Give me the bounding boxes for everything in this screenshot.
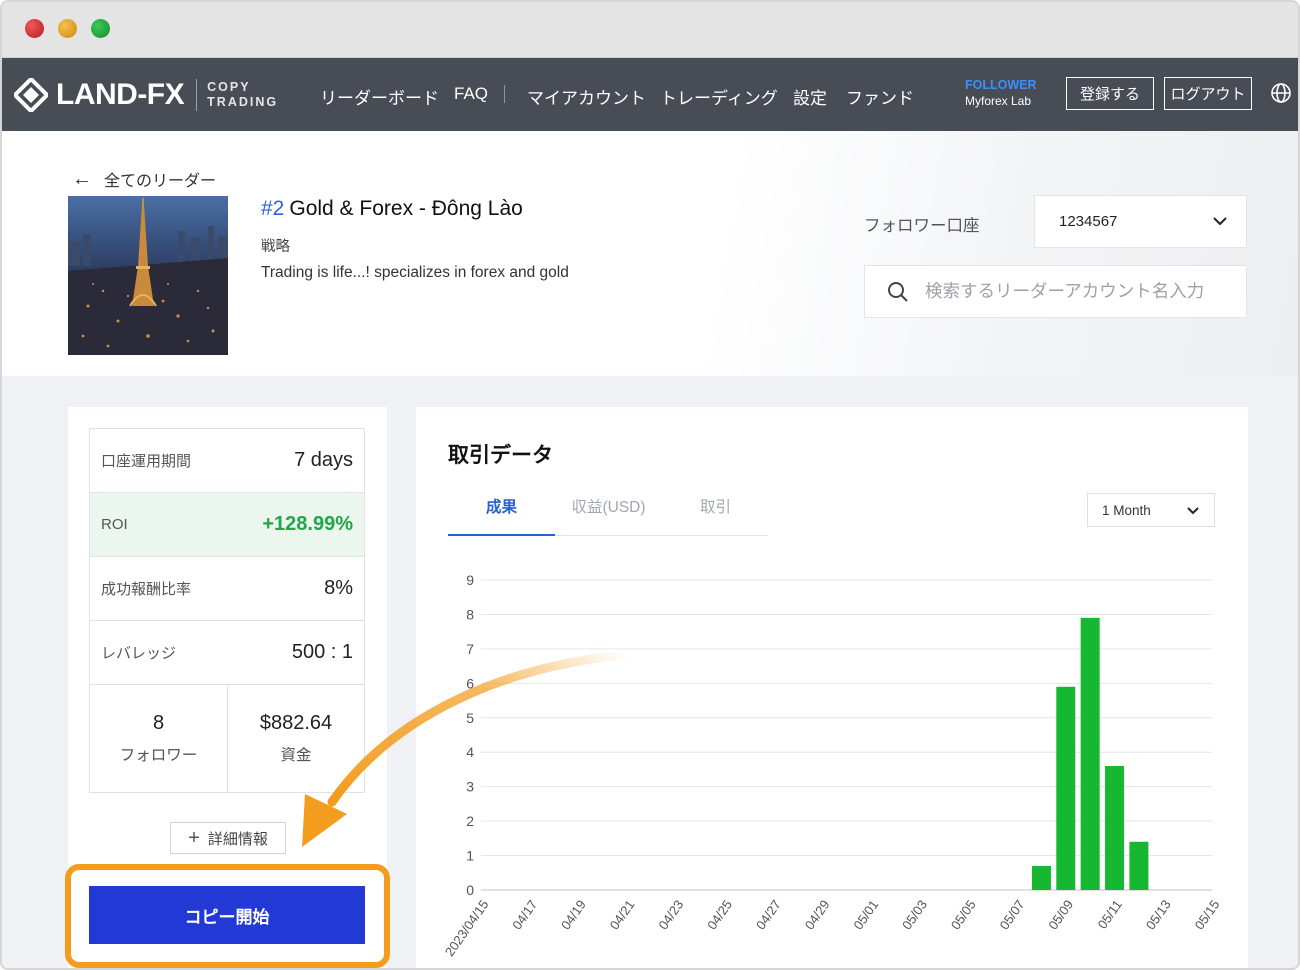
funds-label: 資金 (280, 747, 312, 764)
stat-row-summary: 8 フォロワー $882.64 資金 (90, 685, 364, 792)
land-fx-logo[interactable]: LAND-FX COPY TRADING (14, 76, 278, 114)
x-tick-label: 05/07 (997, 897, 1028, 932)
roi-label: ROI (101, 516, 128, 533)
user-role: FOLLOWER (965, 78, 1037, 92)
x-tick-label: 04/17 (509, 897, 540, 932)
y-tick-label: 8 (466, 606, 474, 622)
period-value: 7 days (294, 449, 353, 471)
leader-header: ← 全てのリーダー #2 Gold & Forex - Đông Lào 戦略 … (2, 131, 1298, 376)
register-button[interactable]: 登録する (1066, 77, 1154, 110)
stat-row-fee: 成功報酬比率 8% (90, 557, 364, 621)
fee-value: 8% (324, 577, 353, 599)
x-tick-label: 04/19 (558, 897, 589, 932)
leverage-label: レバレッジ (101, 645, 177, 662)
roi-value: +128.99% (262, 513, 353, 535)
period-label: 口座運用期間 (101, 453, 192, 470)
y-tick-label: 1 (466, 848, 474, 864)
leader-name: Gold & Forex - Đông Lào (289, 197, 523, 220)
x-tick-label: 04/23 (655, 897, 686, 932)
start-copy-button[interactable]: コピー開始 (89, 886, 365, 944)
y-tick-label: 2 (466, 813, 474, 829)
chart-bar (1129, 841, 1149, 890)
y-tick-label: 7 (466, 641, 474, 657)
x-tick-label: 2023/04/15 (442, 897, 492, 959)
y-tick-label: 3 (466, 779, 474, 795)
leader-avatar (68, 196, 228, 355)
followers-count: 8 (152, 712, 165, 734)
x-tick-label: 04/25 (704, 897, 735, 932)
minimize-window-button[interactable] (58, 19, 77, 38)
nav-my-account[interactable]: マイアカウント (527, 84, 646, 109)
performance-bar-chart: 0 1 2 3 4 5 6 7 8 9 2023/04/15 04/17 04/19 04/21 04/23… (442, 572, 1223, 959)
details-button[interactable]: + 詳細情報 (170, 822, 286, 854)
funds-stat: $882.64 資金 (227, 685, 364, 792)
x-tick-label: 04/21 (607, 897, 638, 932)
logo-divider (196, 79, 198, 111)
follower-account-label: フォロワー口座 (864, 217, 980, 235)
stat-row-roi: ROI +128.99% (90, 493, 364, 557)
nav-fund[interactable]: ファンド (846, 84, 914, 109)
funds-value: $882.64 (259, 712, 333, 734)
trading-data-panel: 取引データ 成果 収益(USD) 取引 1 Month 0 1 2 3 4 5 6 7 8 9 20… (416, 407, 1248, 968)
globe-icon[interactable] (1270, 82, 1292, 104)
browser-window: LAND-FX COPY TRADING リーダーボード FAQ マイアカウント … (0, 0, 1300, 970)
chart-bar (1105, 766, 1125, 890)
leverage-value: 500 : 1 (291, 641, 353, 663)
leader-rank: #2 (261, 197, 285, 220)
y-tick-label: 6 (466, 675, 474, 691)
window-titlebar (2, 2, 1298, 58)
chevron-down-icon (1213, 217, 1227, 226)
top-navigation: LAND-FX COPY TRADING リーダーボード FAQ マイアカウント … (2, 58, 1298, 131)
back-to-leaders-link[interactable]: ← 全てのリーダー (72, 167, 216, 191)
user-info: FOLLOWER Myforex Lab (965, 77, 1037, 109)
logo-text: LAND-FX (56, 78, 185, 111)
chart-bar (1056, 686, 1076, 890)
x-tick-label: 05/01 (850, 897, 881, 932)
logo-subtitle: COPY TRADING (207, 80, 279, 109)
stat-row-period: 口座運用期間 7 days (90, 429, 364, 493)
nav-divider (504, 85, 505, 103)
fee-label: 成功報酬比率 (101, 581, 192, 598)
x-tick-label: 05/09 (1045, 897, 1076, 932)
leader-search-box (864, 265, 1247, 318)
stats-table: 口座運用期間 7 days ROI +128.99% 成功報酬比率 8% レバレ… (89, 428, 365, 793)
leader-search-input[interactable] (925, 281, 1225, 302)
strategy-description: Trading is life...! specializes in forex… (261, 264, 569, 281)
y-tick-label: 4 (466, 744, 474, 760)
arrow-left-icon: ← (72, 168, 92, 190)
nav-leaderboard[interactable]: リーダーボード (320, 84, 439, 109)
nav-settings[interactable]: 設定 (793, 84, 827, 109)
nav-trading[interactable]: トレーディング (660, 84, 778, 109)
x-tick-label: 05/15 (1192, 897, 1223, 932)
leader-title: #2 Gold & Forex - Đông Lào (261, 197, 523, 221)
y-tick-label: 0 (466, 882, 474, 898)
y-tick-label: 9 (466, 572, 474, 588)
x-tick-label: 04/29 (802, 897, 833, 932)
y-tick-label: 5 (466, 710, 474, 726)
strategy-label: 戦略 (261, 239, 290, 255)
plus-icon: + (188, 827, 200, 849)
chart-bar (1080, 617, 1100, 890)
follower-account-value: 1234567 (1059, 213, 1118, 230)
stat-row-leverage: レバレッジ 500 : 1 (90, 621, 364, 685)
x-tick-label: 04/27 (753, 897, 784, 932)
x-tick-label: 05/13 (1143, 897, 1174, 932)
x-tick-label: 05/11 (1095, 897, 1125, 931)
zoom-window-button[interactable] (91, 19, 110, 38)
x-tick-label: 05/05 (948, 897, 979, 932)
user-name: Myforex Lab (965, 94, 1032, 108)
followers-stat: 8 フォロワー (90, 685, 227, 792)
close-window-button[interactable] (25, 19, 44, 38)
follower-account-select[interactable]: 1234567 (1034, 195, 1247, 248)
followers-label: フォロワー (119, 747, 198, 764)
logo-mark-icon (14, 78, 48, 112)
nav-faq[interactable]: FAQ (454, 84, 488, 104)
logout-button[interactable]: ログアウト (1164, 77, 1252, 110)
search-icon (888, 281, 908, 302)
chart-bar (1031, 865, 1051, 890)
x-tick-label: 05/03 (899, 897, 930, 932)
